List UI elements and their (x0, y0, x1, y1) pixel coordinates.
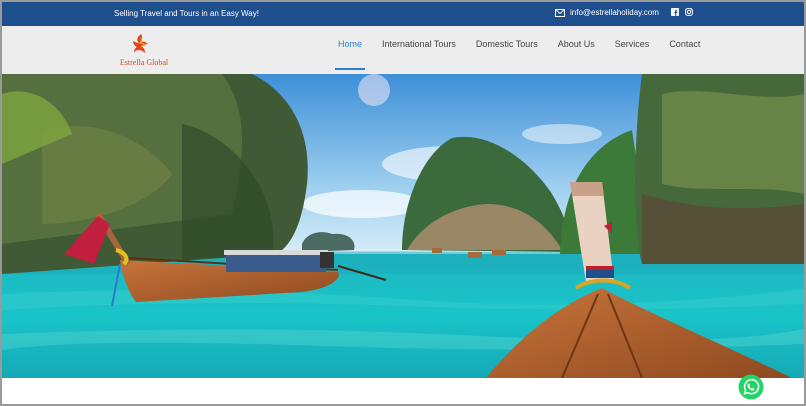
facebook-icon[interactable] (671, 8, 679, 16)
page-content-start (2, 378, 804, 404)
hero-image (2, 74, 804, 378)
nav-services[interactable]: Services (615, 26, 650, 74)
brand-name: Estrella Global (119, 58, 169, 67)
brand-logo[interactable]: Estrella Global (114, 32, 174, 70)
hero-banner (2, 74, 804, 378)
phoenix-bird-logo (133, 34, 148, 53)
envelope-icon (555, 8, 565, 17)
instagram-icon[interactable] (685, 8, 693, 16)
whatsapp-icon[interactable] (738, 374, 764, 400)
email-link[interactable]: info@estrellaholiday.com (555, 8, 659, 17)
tagline: Selling Travel and Tours in an Easy Way! (114, 9, 259, 18)
main-navbar: Estrella Global Home International Tours… (2, 26, 804, 74)
nav-about-us[interactable]: About Us (558, 26, 595, 74)
main-menu: Home International Tours Domestic Tours … (334, 26, 720, 74)
social-links (671, 8, 693, 16)
email-text: info@estrellaholiday.com (570, 8, 659, 17)
browser-frame: Selling Travel and Tours in an Easy Way!… (0, 0, 806, 406)
top-info-bar: Selling Travel and Tours in an Easy Way!… (2, 2, 804, 26)
nav-home[interactable]: Home (334, 26, 366, 74)
nav-international-tours[interactable]: International Tours (382, 26, 456, 74)
nav-domestic-tours[interactable]: Domestic Tours (476, 26, 538, 74)
nav-contact[interactable]: Contact (669, 26, 700, 74)
